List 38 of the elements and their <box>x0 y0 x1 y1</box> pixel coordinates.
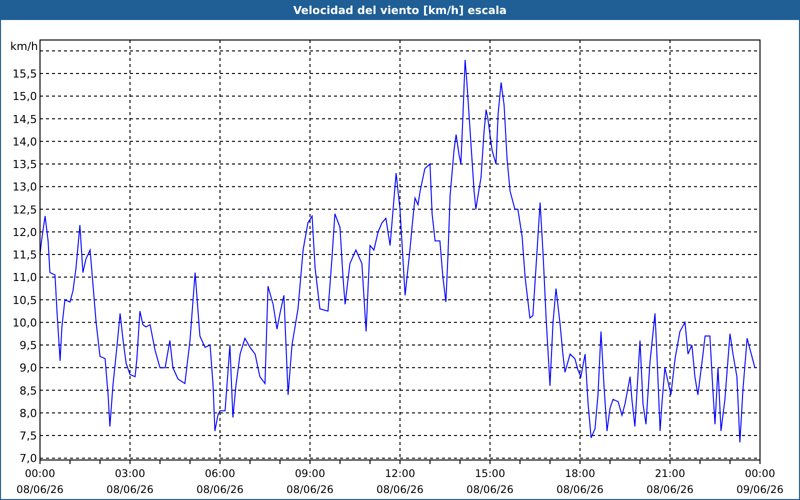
y-axis-label: 14,5 <box>12 112 37 126</box>
x-axis-date-label: 08/06/26 <box>646 484 694 496</box>
x-axis-time-label: 15:00 <box>474 468 506 480</box>
x-axis-time-label: 03:00 <box>114 468 146 480</box>
x-axis-time-label: 00:00 <box>24 468 56 480</box>
x-axis-time-label: 12:00 <box>384 468 416 480</box>
y-axis-label: 9,5 <box>20 339 37 352</box>
y-axis-label: 7,0 <box>20 452 37 466</box>
y-axis-label: 15,5 <box>12 68 37 80</box>
y-axis-label: 8,0 <box>20 406 37 420</box>
x-axis-date-label: 08/06/26 <box>106 484 154 496</box>
x-axis-date-label: 08/06/26 <box>466 484 514 496</box>
y-axis-label: 8,5 <box>20 384 37 398</box>
x-axis-date-label: 08/06/26 <box>376 484 424 496</box>
y-axis-label: 14,0 <box>12 135 37 148</box>
y-axis-label: 12,0 <box>12 226 37 239</box>
x-axis-time-label: 00:00 <box>744 468 776 480</box>
x-axis-date-label: 09/06/26 <box>736 484 784 496</box>
y-axis-label: 13,5 <box>12 158 37 171</box>
x-axis-date-label: 08/06/26 <box>16 484 64 496</box>
x-axis-time-label: 09:00 <box>294 468 326 480</box>
x-axis-date-label: 08/06/26 <box>196 484 244 496</box>
y-axis-label: 10,5 <box>12 294 37 307</box>
y-axis-label: 9,0 <box>20 362 37 375</box>
y-axis-label: 7,5 <box>20 430 37 443</box>
y-axis-label: 11,5 <box>12 248 37 262</box>
x-axis-date-label: 08/06/26 <box>556 484 604 496</box>
x-axis-time-label: 18:00 <box>564 468 596 480</box>
x-axis-date-label: 08/06/26 <box>286 484 334 496</box>
axis-unit-label: km/h <box>10 40 38 53</box>
x-axis-time-label: 21:00 <box>654 468 686 480</box>
y-axis-label: 15,0 <box>12 90 37 104</box>
y-axis-label: 10,0 <box>12 316 37 330</box>
window-title: Velocidad del viento [km/h] escala <box>292 2 508 18</box>
y-axis-label: 11,0 <box>12 271 37 284</box>
y-axis-label: 13,0 <box>12 180 37 194</box>
y-axis-label: 12,5 <box>12 203 37 216</box>
x-axis-time-label: 06:00 <box>204 468 236 480</box>
